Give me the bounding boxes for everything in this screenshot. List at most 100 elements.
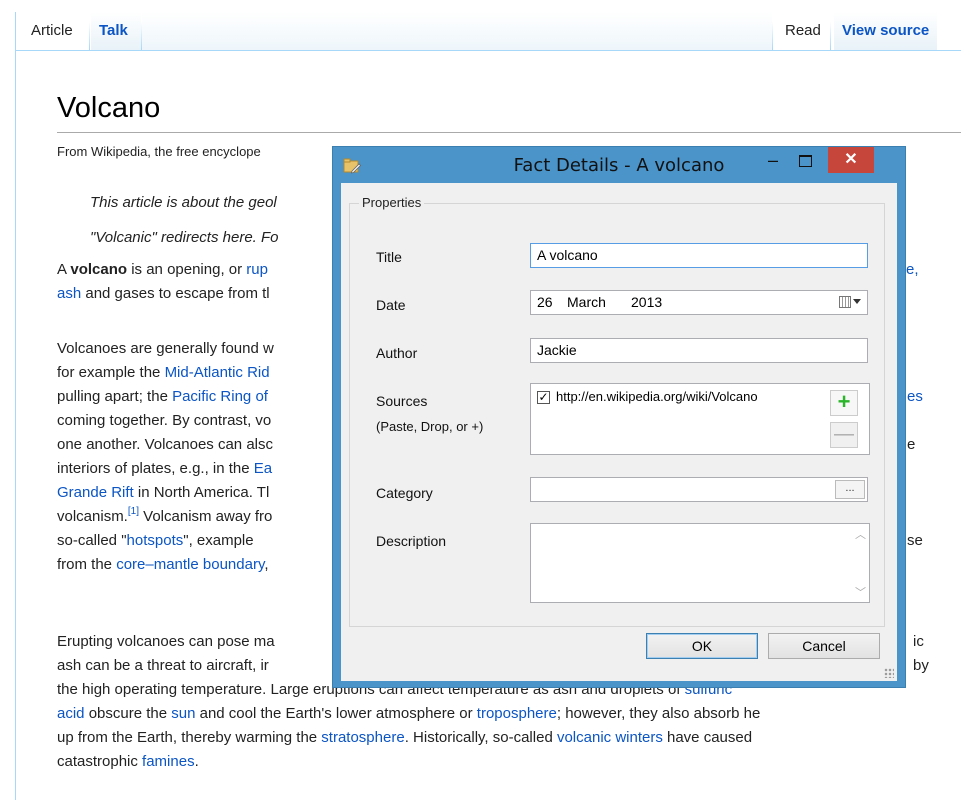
remove-source-button[interactable]: — (830, 422, 858, 448)
sources-label: Sources (376, 393, 428, 409)
bold-term: volcano (70, 261, 128, 278)
text: volcanism. (57, 508, 128, 525)
text: have caused (662, 729, 753, 746)
link-famines[interactable]: famines (142, 753, 195, 770)
link-pacific-ring-of-fire[interactable]: Pacific Ring of (172, 388, 268, 405)
text: for example the (57, 364, 165, 381)
tab-separator (830, 22, 831, 50)
page-title: Volcano (57, 92, 161, 124)
close-button[interactable]: ✕ (828, 147, 874, 173)
text: and gases to escape from tl (81, 285, 270, 302)
source-url: http://en.wikipedia.org/wiki/Volcano (556, 389, 758, 404)
ok-button[interactable]: OK (646, 633, 758, 659)
text: up from the Earth, thereby warming the (57, 729, 322, 746)
text-fragment: e (907, 436, 916, 453)
text: Erupting volcanoes can pose ma (57, 633, 275, 650)
tab-bar: Article Talk Read View source (15, 12, 961, 51)
link-fragment[interactable]: es (907, 385, 923, 409)
tab-talk[interactable]: Talk (91, 12, 141, 50)
sources-list[interactable]: ✓ http://en.wikipedia.org/wiki/Volcano +… (530, 383, 870, 455)
title-label: Title (376, 249, 402, 265)
link-troposphere[interactable]: troposphere (477, 705, 557, 722)
description-scrollbar[interactable]: ︿ ﹀ (852, 524, 869, 602)
link-fragment[interactable]: e, (906, 258, 919, 282)
title-input[interactable]: A volcano (530, 243, 868, 268)
category-input[interactable]: ... (530, 477, 868, 502)
link-east-african-rift[interactable]: Ea (254, 460, 272, 477)
category-label: Category (376, 485, 433, 501)
fact-details-dialog: Fact Details - A volcano – ✕ Properties … (332, 146, 906, 688)
date-picker[interactable]: 26 March 2013 (530, 290, 868, 315)
resize-grip-icon[interactable] (884, 668, 894, 678)
dialog-title-bar[interactable]: Fact Details - A volcano – ✕ (333, 147, 905, 183)
browse-category-button[interactable]: ... (835, 480, 865, 499)
hatnote: This article is about the geol (90, 194, 277, 211)
text-fragment: by (913, 657, 929, 674)
scroll-down-icon[interactable]: ﹀ (855, 584, 866, 600)
link-rupture[interactable]: rup (246, 261, 268, 278)
text: catastrophic (57, 753, 143, 770)
text-fragment: ic (913, 633, 924, 650)
text: from the (57, 556, 117, 573)
date-month[interactable]: March (567, 294, 606, 310)
cancel-button[interactable]: Cancel (768, 633, 880, 659)
tab-article[interactable]: Article (23, 12, 81, 50)
text: , (264, 556, 269, 573)
text: is an opening, or (127, 261, 247, 278)
link-rio-grande-rift[interactable]: Grande Rift (57, 484, 134, 501)
author-input[interactable]: Jackie (530, 338, 868, 363)
link-hotspots[interactable]: hotspots (127, 532, 184, 549)
tab-view-source[interactable]: View source (834, 12, 938, 50)
link-stratosphere[interactable]: stratosphere (321, 729, 404, 746)
date-label: Date (376, 297, 406, 313)
text: ", example (183, 532, 254, 549)
tab-bar-spacer (142, 12, 772, 50)
link-sun[interactable]: sun (171, 705, 195, 722)
description-label: Description (376, 533, 447, 549)
text: A (57, 261, 71, 278)
sources-hint: (Paste, Drop, or +) (376, 419, 484, 434)
title-divider (57, 132, 961, 133)
link-mid-atlantic-ridge[interactable]: Mid-Atlantic Rid (165, 364, 270, 381)
source-checkbox[interactable]: ✓ (537, 391, 550, 404)
text: and cool the Earth's lower atmosphere or (195, 705, 477, 722)
link-ash[interactable]: ash (57, 285, 81, 302)
description-textarea[interactable]: ︿ ﹀ (530, 523, 870, 603)
scroll-up-icon[interactable]: ︿ (855, 526, 866, 542)
text: . (194, 753, 199, 770)
text: Volcanoes are generally found w (57, 340, 274, 357)
calendar-dropdown-icon[interactable] (839, 295, 861, 310)
tab-separator (772, 22, 773, 50)
properties-group-label: Properties (359, 195, 425, 210)
tab-read[interactable]: Read (777, 12, 829, 50)
link-sulfuric-acid[interactable]: acid (57, 705, 85, 722)
text: ash can be a threat to aircraft, ir (57, 657, 269, 674)
text: coming together. By contrast, vo (57, 412, 272, 429)
text: . Historically, so-called (404, 729, 557, 746)
text: one another. Volcanoes can alsc (57, 436, 273, 453)
maximize-button[interactable] (792, 150, 818, 174)
minimize-button[interactable]: – (760, 150, 786, 174)
hatnote: "Volcanic" redirects here. Fo (90, 229, 279, 246)
dialog-title: Fact Details - A volcano (513, 155, 725, 176)
link-volcanic-winters[interactable]: volcanic winters (557, 729, 663, 746)
text: in North America. Tl (133, 484, 270, 501)
maximize-icon (799, 155, 812, 167)
text: interiors of plates, e.g., in the (57, 460, 254, 477)
paragraph-1: A volcano is an opening, or rup ash and … (57, 258, 270, 306)
add-source-button[interactable]: + (830, 390, 858, 416)
text: so-called " (57, 532, 127, 549)
dialog-client-area: Properties Title A volcano Date 26 March… (341, 183, 897, 681)
text: Volcanism away fro (138, 508, 273, 525)
page-subtitle: From Wikipedia, the free encyclope (57, 144, 261, 159)
text-fragment: se (907, 532, 923, 549)
date-year[interactable]: 2013 (631, 294, 662, 310)
text: ; however, they also absorb he (556, 705, 761, 722)
text: obscure the (84, 705, 172, 722)
link-core-mantle-boundary[interactable]: core–mantle boundary (116, 556, 264, 573)
date-day[interactable]: 26 (537, 294, 553, 310)
text: pulling apart; the (57, 388, 173, 405)
citation-link[interactable]: [1] (128, 506, 139, 517)
tab-separator (89, 22, 90, 50)
paragraph-2: Volcanoes are generally found w for exam… (57, 337, 274, 577)
